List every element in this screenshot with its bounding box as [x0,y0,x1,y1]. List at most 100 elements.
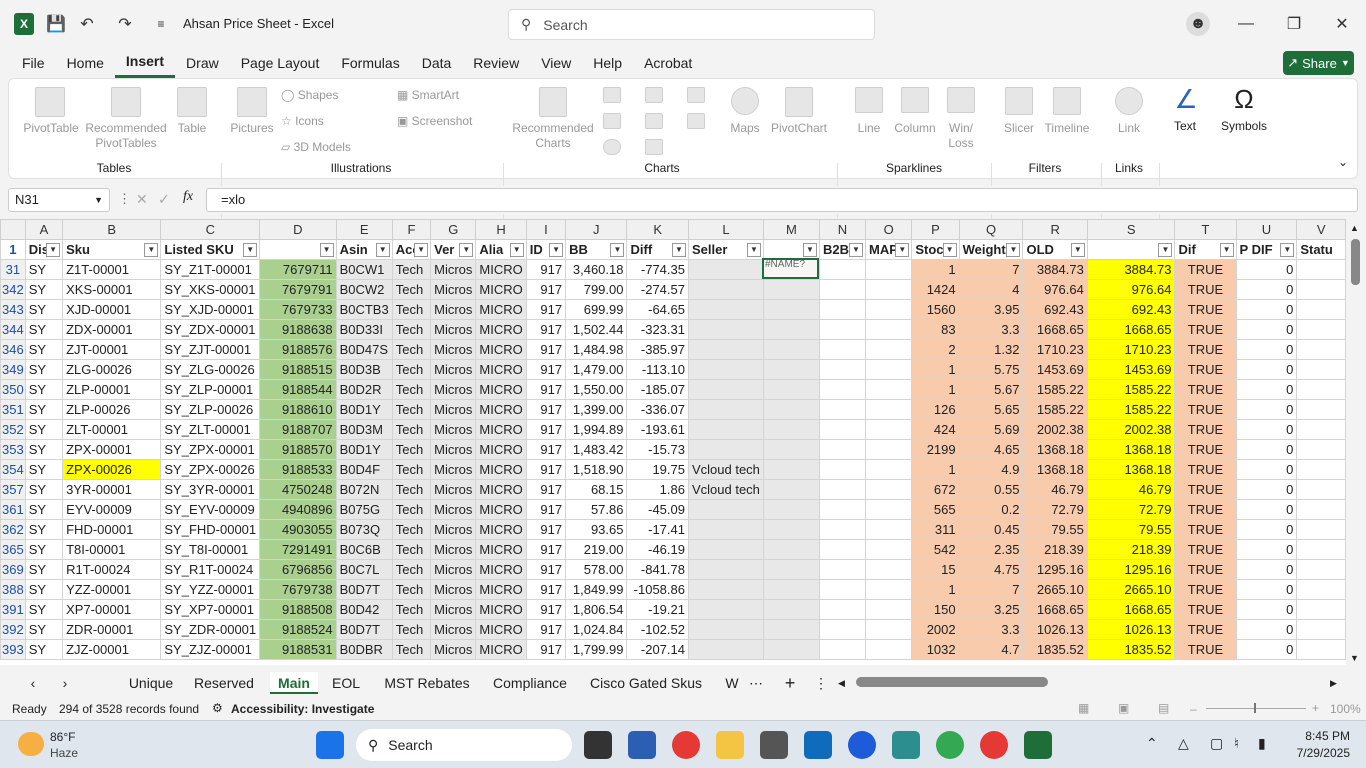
cell[interactable]: TRUE [1174,359,1237,380]
cell[interactable]: 7679733 [259,299,337,320]
clock-date[interactable]: 7/29/2025 [1280,746,1350,760]
cell[interactable] [864,319,913,340]
cell[interactable]: 79.55 [1022,519,1088,540]
cell[interactable]: 3.95 [958,299,1024,320]
cell[interactable]: Tech [391,259,432,280]
filter-dropdown-icon[interactable]: ▼ [46,243,61,257]
table-row[interactable]: 392 SY ZDR-00001 SY_ZDR-00001 9188524 B0D7T Te… [0,619,1346,640]
cell[interactable]: SY [24,499,64,520]
cell[interactable]: SY [24,439,64,460]
cell[interactable]: SY_ZDR-00001 [160,619,261,640]
cell[interactable] [864,299,913,320]
menu-file[interactable]: File [11,48,56,78]
smartart-button[interactable]: ▦ SmartArt [397,88,487,103]
cell[interactable] [819,419,866,440]
cell[interactable]: 692.43 [1022,299,1088,320]
cancel-formula-icon[interactable]: ✕ [136,191,148,208]
add-sheet-icon[interactable]: + [780,672,800,694]
column-letter-n[interactable]: N [819,219,866,240]
cell[interactable]: 9188570 [259,439,337,460]
cell[interactable]: 4940896 [259,499,337,520]
cell[interactable]: MICRO [475,279,527,300]
cell[interactable]: B0D7T [335,579,393,600]
filter-dropdown-icon[interactable]: ▼ [1219,243,1234,257]
cell[interactable]: Micros [430,419,477,440]
undo-icon[interactable]: ↶ [76,13,98,35]
cell[interactable]: 917 [525,539,567,560]
row-number[interactable]: 343 [0,299,26,320]
excel-taskbar-icon[interactable] [1024,731,1052,759]
cell[interactable] [864,559,913,580]
spreadsheet-grid[interactable]: A B C D E F G H I J K L M N O P Q R S T U V 1 Dis ▼ Sku ▼ Listed SK… [0,219,1346,665]
hscroll-right-icon[interactable]: ▶ [1330,678,1338,689]
menu-insert[interactable]: Insert [114,48,176,78]
cell[interactable]: 1368.18 [1086,439,1176,460]
cell[interactable]: 1,484.98 [565,339,628,360]
cell[interactable]: TRUE [1174,619,1237,640]
cell[interactable]: B0CW2 [335,279,393,300]
cell[interactable]: TRUE [1174,599,1237,620]
table-row[interactable]: 31 SY Z1T-00001 SY_Z1T-00001 7679711 B0CW1 Tec… [0,259,1346,280]
cell[interactable]: R1T-00024 [62,559,162,580]
hierarchy-chart-icon[interactable] [645,87,663,103]
page-break-view-icon[interactable]: ▤ [1158,701,1169,715]
start-icon[interactable] [316,731,344,759]
menu-data[interactable]: Data [411,48,463,78]
store-icon[interactable] [628,731,656,759]
cell[interactable] [819,539,866,560]
clock-time[interactable]: 8:45 PM [1290,729,1350,743]
cell[interactable]: 976.64 [1022,279,1088,300]
row-number[interactable]: 357 [0,479,26,500]
cell[interactable]: B0D7T [335,619,393,640]
cell[interactable] [1296,259,1346,280]
cell[interactable] [864,619,913,640]
filter-dropdown-icon[interactable]: ▼ [243,243,258,257]
cell[interactable]: 917 [525,419,567,440]
cell[interactable]: Micros [430,479,477,500]
menu-review[interactable]: Review [462,48,530,78]
cell[interactable]: 9188707 [259,419,337,440]
cell[interactable] [864,479,913,500]
table-row[interactable]: 365 SY T8I-00001 SY_T8I-00001 7291491 B0C6B Te… [0,539,1346,560]
sparkline-column-button[interactable]: Column [889,121,941,136]
cell[interactable]: 9188524 [259,619,337,640]
header-cell[interactable]: Asin ▼ [335,239,393,260]
formula-input[interactable]: =xlo [206,188,1358,212]
cell[interactable]: 1668.65 [1022,319,1088,340]
table-row[interactable]: 346 SY ZJT-00001 SY_ZJT-00001 9188576 B0D47S T… [0,339,1346,360]
vertical-scrollbar[interactable]: ▲ ▼ [1346,219,1366,665]
table-row[interactable]: 350 SY ZLP-00001 SY_ZLP-00001 9188544 B0D2R Te… [0,379,1346,400]
cell[interactable]: B0D1Y [335,439,393,460]
cell[interactable]: B0CTB3 [335,299,393,320]
cell[interactable] [819,439,866,460]
header-cell[interactable]: ▼ [762,239,821,260]
filter-dropdown-icon[interactable]: ▼ [610,243,625,257]
cell[interactable]: Tech [391,639,432,660]
cell[interactable]: -102.52 [626,619,689,640]
cell[interactable]: 917 [525,459,567,480]
table-row[interactable]: 357 SY 3YR-00001 SY_3YR-00001 4750248 B072N Te… [0,479,1346,500]
cell[interactable]: 2002.38 [1022,419,1088,440]
cell[interactable] [819,339,866,360]
cell[interactable]: B0C7L [335,559,393,580]
row-number[interactable]: 369 [0,559,26,580]
cell[interactable]: ZLP-00001 [62,379,162,400]
cell[interactable] [864,399,913,420]
cell[interactable] [762,399,821,420]
cell[interactable]: 9188531 [259,639,337,660]
cell[interactable]: -64.65 [626,299,689,320]
cell[interactable]: 3884.73 [1022,259,1088,280]
file-explorer-icon[interactable] [716,731,744,759]
header-cell[interactable]: Internal S ▼ [259,239,337,260]
cell[interactable] [762,359,821,380]
row-number[interactable]: 353 [0,439,26,460]
cell[interactable]: 1710.23 [1086,339,1176,360]
cell[interactable]: MICRO [475,599,527,620]
search-box[interactable]: ⚲ Search [508,9,875,40]
cell[interactable]: 1026.13 [1022,619,1088,640]
cell[interactable]: Tech [391,559,432,580]
cell[interactable]: SY [24,339,64,360]
cell[interactable]: TRUE [1174,539,1237,560]
row-number[interactable]: 31 [0,259,26,280]
enter-formula-icon[interactable]: ✓ [158,191,170,208]
